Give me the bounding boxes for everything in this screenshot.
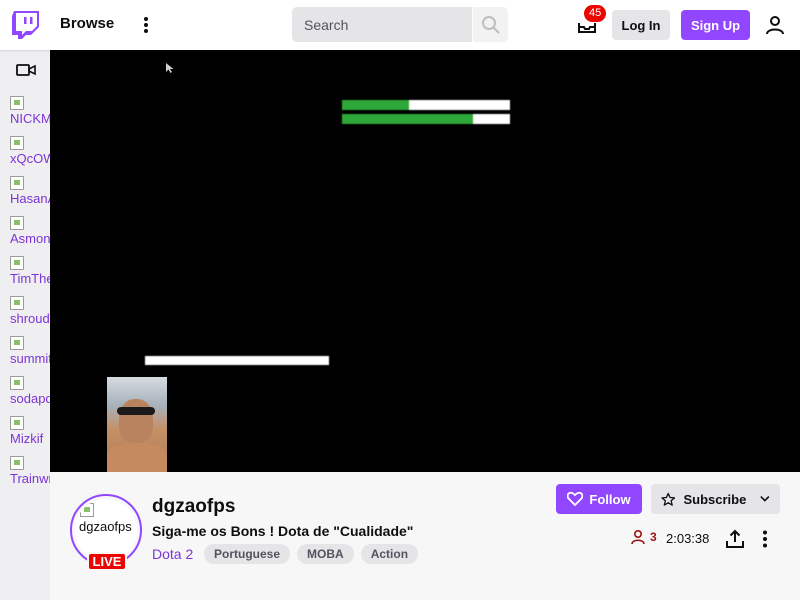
broken-image-icon xyxy=(10,176,24,190)
heart-icon xyxy=(567,492,584,506)
broken-image-icon xyxy=(10,96,24,110)
streamer-webcam xyxy=(107,377,167,472)
mouse-cursor-icon xyxy=(166,63,174,73)
sidebar-channel[interactable]: Asmongold xyxy=(10,216,50,250)
tag-moba[interactable]: MOBA xyxy=(297,544,354,564)
subscribe-label: Subscribe xyxy=(683,491,747,507)
search-icon xyxy=(481,15,500,34)
broken-image-icon xyxy=(10,256,24,270)
broken-image-icon xyxy=(10,376,24,390)
overlay-goal-bar xyxy=(342,114,510,124)
stream-title: Siga-me os Bons ! Dota de "Cualidade" xyxy=(152,523,414,539)
sidebar-channel[interactable]: Trainwreckstv xyxy=(10,456,50,490)
search-input[interactable] xyxy=(292,7,472,42)
sidebar-channel-name: NICKMERCS xyxy=(10,111,50,126)
broken-image-icon xyxy=(10,416,24,430)
more-options-icon[interactable] xyxy=(136,14,156,36)
stream-overlay-goals xyxy=(342,100,510,128)
sidebar-channel-name: shroud xyxy=(10,311,50,326)
more-options-icon[interactable] xyxy=(754,528,776,550)
channel-name[interactable]: dgzaofps xyxy=(152,496,235,518)
share-icon[interactable] xyxy=(724,528,746,550)
sidebar-channel-name: summit1g xyxy=(10,351,50,366)
tag-action[interactable]: Action xyxy=(360,544,419,564)
video-camera-icon[interactable] xyxy=(16,62,36,78)
webcam-overlay-label xyxy=(145,355,329,387)
tag-list: Portuguese MOBA Action xyxy=(204,544,419,564)
sidebar-channel[interactable]: HasanAbi xyxy=(10,176,50,210)
broken-image-icon xyxy=(10,216,24,230)
sidebar-channel[interactable]: TimTheTatman xyxy=(10,256,50,290)
sidebar-channel-name: TimTheTatman xyxy=(10,271,50,286)
viewer-count-value: 3 xyxy=(650,530,657,544)
video-player[interactable] xyxy=(50,50,800,472)
viewer-count: 3 xyxy=(630,529,657,545)
stream-uptime: 2:03:38 xyxy=(666,531,710,546)
sidebar-channel[interactable]: sodapoppin xyxy=(10,376,50,410)
sidebar-channel-name: Trainwreckstv xyxy=(10,471,50,486)
follow-button[interactable]: Follow xyxy=(556,484,642,514)
sidebar-channel-name: HasanAbi xyxy=(10,191,50,206)
star-icon xyxy=(661,492,676,506)
sidebar-channel-name: Asmongold xyxy=(10,231,50,246)
sidebar: NICKMERCS xQcOW HasanAbi Asmongold TimTh… xyxy=(0,50,50,600)
sidebar-channel[interactable]: summit1g xyxy=(10,336,50,370)
live-badge: LIVE xyxy=(87,552,127,571)
sidebar-channel[interactable]: shroud xyxy=(10,296,50,330)
broken-image-icon xyxy=(80,503,94,517)
user-icon[interactable] xyxy=(764,14,786,36)
search-button[interactable] xyxy=(473,7,508,42)
sidebar-channel-name: Mizkif xyxy=(10,431,44,446)
avatar-alt-text: dgzaofps xyxy=(79,519,132,534)
twitch-logo-icon[interactable] xyxy=(12,11,39,39)
sidebar-channel-name: sodapoppin xyxy=(10,391,50,406)
browse-link[interactable]: Browse xyxy=(60,15,114,32)
sidebar-channel[interactable]: NICKMERCS xyxy=(10,96,50,130)
broken-image-icon xyxy=(10,456,24,470)
top-navigation: Browse 45 Log In Sign Up xyxy=(0,0,800,50)
login-button[interactable]: Log In xyxy=(612,10,670,40)
stream-info-panel: dgzaofps LIVE dgzaofps Siga-me os Bons !… xyxy=(50,472,800,600)
chevron-down-icon xyxy=(760,496,770,502)
signup-button[interactable]: Sign Up xyxy=(681,10,750,40)
broken-image-icon xyxy=(10,296,24,310)
person-icon xyxy=(631,529,645,545)
subscribe-button[interactable]: Subscribe xyxy=(651,484,780,514)
follow-label: Follow xyxy=(589,491,631,507)
broken-image-icon xyxy=(10,136,24,150)
overlay-goal-bar xyxy=(342,100,510,110)
game-link[interactable]: Dota 2 xyxy=(152,546,193,562)
tag-portuguese[interactable]: Portuguese xyxy=(204,544,291,564)
sidebar-channel-name: xQcOW xyxy=(10,151,50,166)
sidebar-channel[interactable]: xQcOW xyxy=(10,136,50,170)
sidebar-channel[interactable]: Mizkif xyxy=(10,416,50,450)
broken-image-icon xyxy=(10,336,24,350)
notification-badge: 45 xyxy=(584,5,607,22)
